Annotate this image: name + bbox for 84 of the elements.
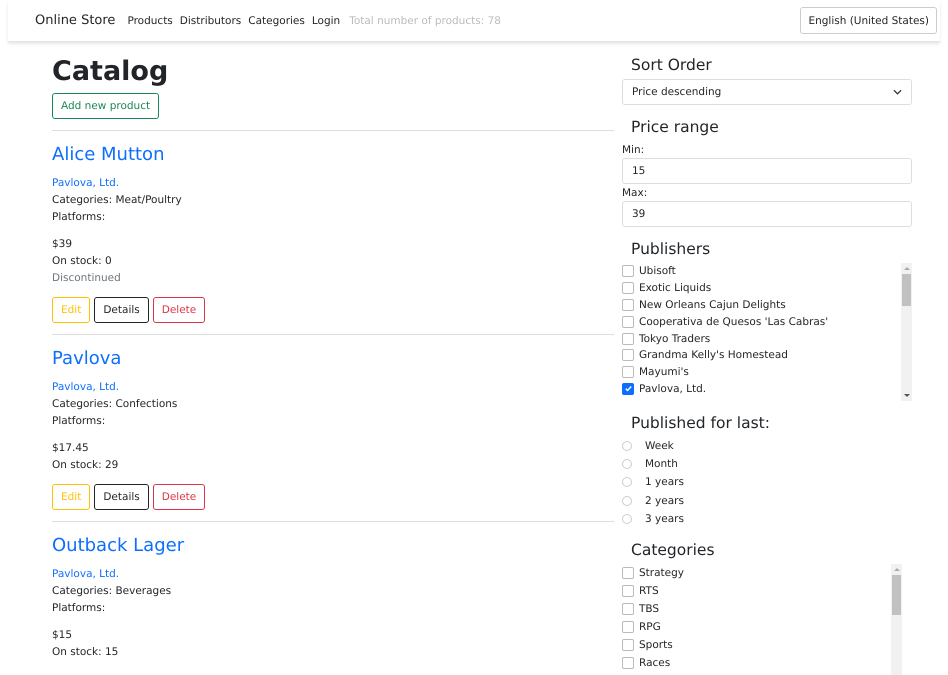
checkbox-label: Races <box>639 656 670 669</box>
section-title: Categories <box>631 540 716 560</box>
radio-button[interactable] <box>622 514 632 524</box>
checkbox[interactable] <box>622 282 634 294</box>
publisher-link[interactable]: Pavlova, Ltd. <box>52 566 120 583</box>
publisher-link[interactable]: Pavlova, Ltd. <box>52 379 120 396</box>
delete-button[interactable]: Delete <box>152 297 206 323</box>
radio-button[interactable] <box>622 477 632 488</box>
checkbox-label: Pavlova, Ltd. <box>639 382 706 395</box>
product-title[interactable]: Pavlova <box>52 347 122 371</box>
product-categories: Categories: Confections <box>52 397 178 412</box>
publisher-link[interactable]: Pavlova, Ltd. <box>52 175 120 192</box>
scrollbar[interactable] <box>891 564 902 675</box>
max-price-field[interactable]: 39 <box>622 201 912 227</box>
stock-count: On stock: 29 <box>52 458 118 473</box>
section-title: Publishers <box>631 239 712 259</box>
checkbox-label: RPG <box>639 620 661 633</box>
checkbox-label: TBS <box>639 602 660 615</box>
product-count: Total number of products: 78 <box>349 14 501 26</box>
product-price: $15 <box>52 628 72 643</box>
checkbox[interactable] <box>622 265 634 278</box>
section-title: Price range <box>631 117 720 137</box>
product-platforms: Platforms: <box>52 414 106 429</box>
checkbox[interactable] <box>622 382 634 395</box>
product-categories: Categories: Meat/Poultry <box>52 193 182 208</box>
radio-label: 1 years <box>645 476 684 488</box>
checkbox-label: RTS <box>639 584 659 597</box>
checkbox[interactable] <box>622 638 634 651</box>
checkbox-label: Exotic Liquids <box>639 282 712 294</box>
nav-link[interactable]: Distributors <box>180 14 242 26</box>
product-title[interactable]: Outback Lager <box>52 534 184 558</box>
nav-link[interactable]: Login <box>312 14 340 26</box>
radio-label: Week <box>645 440 674 452</box>
stock-count: On stock: 0 <box>52 254 112 269</box>
product-status: Discontinued <box>52 271 121 286</box>
checkbox[interactable] <box>622 349 634 362</box>
product-price: $39 <box>52 237 72 252</box>
checkbox[interactable] <box>622 656 634 669</box>
checkbox-label: Cooperativa de Quesos 'Las Cabras' <box>639 316 828 328</box>
checkbox[interactable] <box>622 602 634 615</box>
checkbox-label: Strategy <box>639 566 684 579</box>
section-title: Sort Order <box>631 55 713 75</box>
product-platforms: Platforms: <box>52 210 106 225</box>
language-button[interactable]: English (United States) <box>800 7 937 34</box>
field-label: Max: <box>622 186 648 201</box>
radio-label: 3 years <box>645 512 684 525</box>
page-title: Catalog <box>52 56 168 88</box>
brand-link[interactable]: Online Store <box>35 13 116 28</box>
checkbox[interactable] <box>622 298 634 311</box>
nav-link[interactable]: Categories <box>248 14 305 26</box>
checkbox[interactable] <box>622 620 634 633</box>
checkbox[interactable] <box>622 584 634 597</box>
checkbox-label: Tokyo Traders <box>639 332 710 345</box>
checkbox-label: Sports <box>639 638 673 651</box>
product-platforms: Platforms: <box>52 601 106 616</box>
section-title: Published for last: <box>631 413 771 433</box>
radio-label: Month <box>645 458 678 470</box>
product-categories: Categories: Beverages <box>52 584 172 599</box>
radio-label: 2 years <box>645 494 684 507</box>
add-product-button[interactable]: Add new product <box>52 93 160 119</box>
delete-button[interactable]: Delete <box>152 484 206 510</box>
radio-button[interactable] <box>622 459 632 470</box>
stock-count: On stock: 15 <box>52 645 118 660</box>
details-button[interactable]: Details <box>94 484 149 510</box>
checkbox[interactable] <box>622 332 634 345</box>
min-price-field[interactable]: 15 <box>622 158 912 184</box>
checkbox[interactable] <box>622 316 634 328</box>
checkbox-label: Grandma Kelly's Homestead <box>639 349 788 362</box>
checkbox[interactable] <box>622 366 634 378</box>
sort-select[interactable]: Price descending <box>622 79 912 105</box>
checkbox-label: Mayumi's <box>639 366 689 378</box>
radio-button[interactable] <box>622 441 632 452</box>
radio-button[interactable] <box>622 496 632 506</box>
product-price: $17.45 <box>52 441 89 456</box>
field-label: Min: <box>622 143 646 158</box>
nav-link[interactable]: Products <box>127 14 173 26</box>
product-title[interactable]: Alice Mutton <box>52 143 164 167</box>
details-button[interactable]: Details <box>94 297 149 323</box>
scrollbar[interactable] <box>901 263 912 401</box>
chevron-down-icon <box>893 89 902 95</box>
checkbox-label: Ubisoft <box>639 265 676 278</box>
checkmark-icon <box>624 384 632 394</box>
checkbox-label: New Orleans Cajun Delights <box>639 298 786 311</box>
checkbox[interactable] <box>622 566 634 579</box>
